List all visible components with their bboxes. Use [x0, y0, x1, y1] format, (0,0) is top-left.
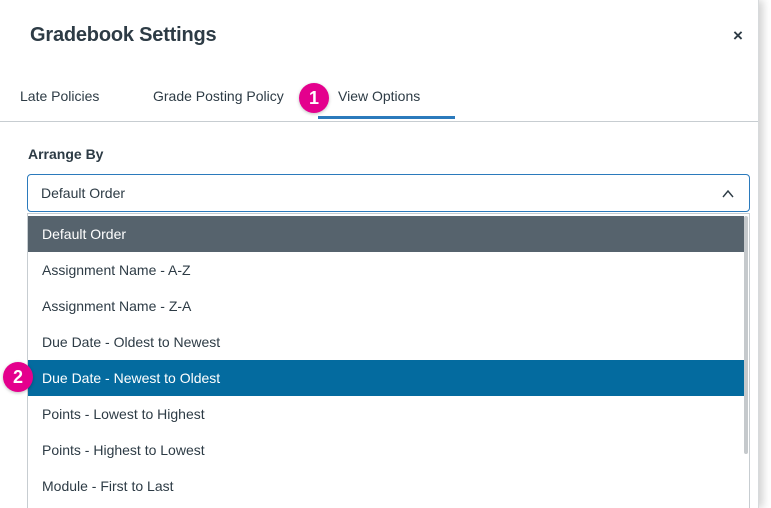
option-assignment-name-a-z[interactable]: Assignment Name - A-Z [28, 252, 744, 288]
tabs-divider [0, 121, 758, 122]
callout-badge-2: 2 [3, 362, 33, 392]
options-scrollbar[interactable] [744, 216, 748, 454]
screenshot-stage: Gradebook Settings × Late Policies Grade… [0, 0, 771, 508]
tab-late-policies[interactable]: Late Policies [20, 88, 99, 104]
tab-view-options[interactable]: View Options [338, 88, 420, 104]
arrange-by-label: Arrange By [28, 146, 104, 162]
arrange-by-selected-value: Default Order [41, 185, 126, 201]
option-points-highest-to-lowest[interactable]: Points - Highest to Lowest [28, 432, 744, 468]
callout-badge-1: 1 [299, 83, 329, 113]
settings-tabs: Late Policies Grade Posting Policy View … [0, 82, 758, 122]
close-button[interactable]: × [728, 26, 748, 46]
option-default-order[interactable]: Default Order [28, 216, 744, 252]
chevron-up-icon [722, 189, 734, 198]
arrange-by-options-list: Default Order Assignment Name - A-Z Assi… [27, 213, 750, 508]
option-due-date-oldest-to-newest[interactable]: Due Date - Oldest to Newest [28, 324, 744, 360]
gradebook-settings-dialog: Gradebook Settings × Late Policies Grade… [0, 0, 759, 508]
option-points-lowest-to-highest[interactable]: Points - Lowest to Highest [28, 396, 744, 432]
option-module-first-to-last[interactable]: Module - First to Last [28, 468, 744, 504]
option-due-date-newest-to-oldest[interactable]: Due Date - Newest to Oldest [28, 360, 744, 396]
arrange-by-select[interactable]: Default Order [27, 174, 750, 212]
close-icon: × [733, 26, 743, 45]
tab-grade-posting-policy[interactable]: Grade Posting Policy [153, 88, 287, 104]
dialog-title: Gradebook Settings [30, 24, 217, 46]
option-assignment-name-z-a[interactable]: Assignment Name - Z-A [28, 288, 744, 324]
active-tab-indicator [318, 116, 455, 119]
